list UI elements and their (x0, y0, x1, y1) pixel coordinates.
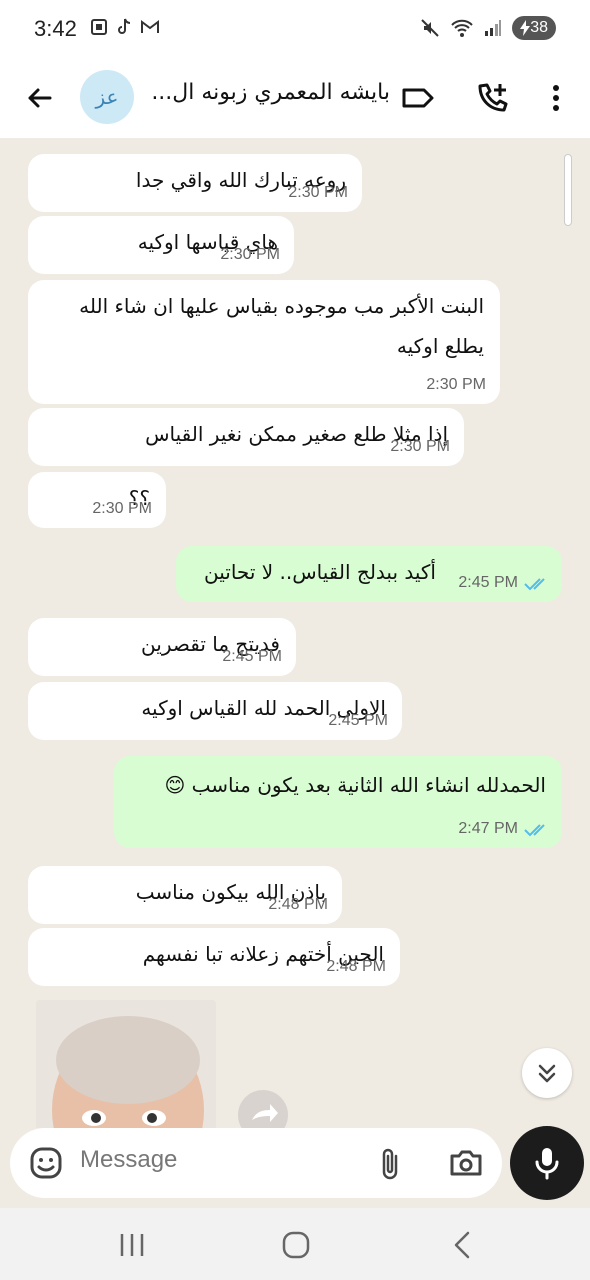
recent-apps-icon[interactable] (112, 1230, 152, 1260)
more-vert-icon[interactable] (536, 78, 576, 118)
system-nav-bar (0, 1208, 590, 1280)
message-bubble-incoming[interactable]: إذا مثلا طلع صغير ممكن نغير القياس 2:30 … (28, 408, 464, 466)
read-receipt-icon (524, 824, 545, 837)
message-bubble-outgoing[interactable]: أكيد ببدلج القياس.. لا تحاتين 2:45 PM (176, 546, 562, 602)
wifi-icon (451, 19, 473, 37)
home-icon[interactable] (276, 1230, 316, 1260)
contact-name[interactable]: بايشه المعمري زبونه ال... (150, 80, 390, 105)
label-icon[interactable] (398, 78, 438, 118)
message-bubble-incoming[interactable]: البنت الأكبر مب موجوده بقياس عليها ان شا… (28, 280, 500, 404)
message-time: 2:47 PM (458, 820, 518, 837)
message-time: 2:48 PM (268, 896, 328, 913)
battery-level: 38 (530, 19, 548, 36)
charging-icon (520, 20, 531, 36)
avatar[interactable]: عز (80, 70, 134, 124)
baby-photo (36, 1000, 216, 1128)
chat-area[interactable]: روعه تبارك الله واقي جدا 2:30 PM هاي قيا… (0, 138, 590, 1128)
mic-button[interactable] (510, 1126, 584, 1200)
camera-icon[interactable] (448, 1146, 484, 1180)
image-message[interactable] (36, 1000, 216, 1128)
message-time: 2:30 PM (220, 246, 280, 263)
attach-icon[interactable] (376, 1146, 406, 1182)
message-bubble-incoming[interactable]: الاولى الحمد لله القياس اوكيه 2:45 PM (28, 682, 402, 740)
status-bar: 3:42 38 (0, 0, 590, 58)
system-status: 38 (420, 16, 556, 40)
message-bubble-incoming[interactable]: هاي قياسها اوكيه 2:30 PM (28, 216, 294, 274)
message-time: 2:45 PM (458, 574, 518, 591)
notification-icons (90, 18, 160, 36)
message-time: 2:48 PM (326, 958, 386, 975)
message-time: 2:30 PM (288, 184, 348, 201)
status-time: 3:42 (34, 16, 77, 41)
message-bubble-incoming[interactable]: روعه تبارك الله واقي جدا 2:30 PM (28, 154, 362, 212)
message-time: 2:30 PM (390, 438, 450, 455)
message-time: 2:30 PM (426, 376, 486, 393)
signal-icon (485, 20, 502, 36)
tiktok-icon (118, 18, 131, 34)
gmail-icon (141, 20, 159, 33)
read-receipt-icon (524, 578, 545, 591)
message-time: 2:45 PM (328, 712, 388, 729)
chevron-double-down-icon (538, 1064, 556, 1083)
call-add-icon[interactable] (472, 78, 512, 118)
scrollbar[interactable] (564, 154, 572, 226)
message-text-line: يطلع اوكيه (396, 334, 484, 358)
back-nav-icon[interactable] (442, 1230, 482, 1260)
forward-icon (252, 1104, 278, 1122)
message-time: 2:45 PM (222, 648, 282, 665)
message-text: الحمدلله انشاء الله الثانية بعد يكون منا… (164, 773, 546, 797)
message-text: إذا مثلا طلع صغير ممكن نغير القياس (145, 422, 448, 446)
forward-button[interactable] (238, 1090, 288, 1128)
composer: Message (0, 1126, 590, 1208)
scroll-down-button[interactable] (522, 1048, 572, 1098)
battery-indicator: 38 (512, 16, 556, 40)
back-arrow-icon[interactable] (20, 78, 60, 118)
message-bubble-incoming[interactable]: الحين أختهم زعلانه تبا نفسهم 2:48 PM (28, 928, 400, 986)
message-time: 2:30 PM (92, 500, 152, 517)
screenshot-icon (91, 19, 107, 35)
emoji-icon[interactable] (28, 1145, 64, 1181)
message-bubble-outgoing[interactable]: الحمدلله انشاء الله الثانية بعد يكون منا… (114, 756, 562, 848)
chat-header: عز بايشه المعمري زبونه ال... (0, 58, 590, 138)
message-text-line: البنت الأكبر مب موجوده بقياس عليها ان شا… (79, 294, 484, 318)
mute-icon (421, 19, 439, 37)
message-bubble-incoming[interactable]: باذن الله بيكون مناسب 2:48 PM (28, 866, 342, 924)
message-bubble-incoming[interactable]: ؟؟ 2:30 PM (28, 472, 166, 528)
mic-icon (535, 1148, 559, 1180)
message-input[interactable]: Message (80, 1146, 177, 1174)
message-bubble-incoming[interactable]: فديتج ما تقصرين 2:45 PM (28, 618, 296, 676)
message-input-container[interactable]: Message (10, 1128, 502, 1198)
